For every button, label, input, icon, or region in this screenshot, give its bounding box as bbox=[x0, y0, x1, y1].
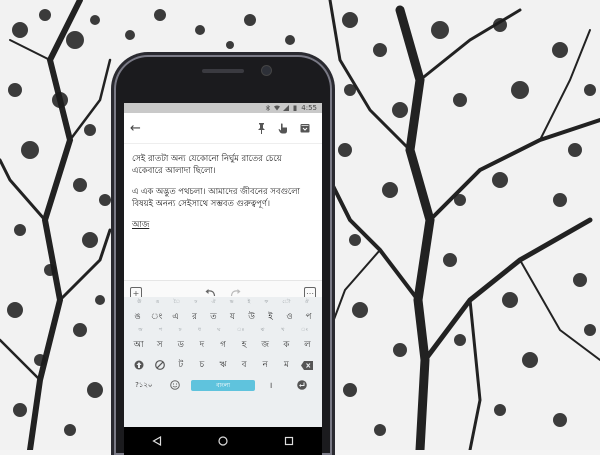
key[interactable]: ঙ bbox=[128, 310, 147, 324]
keyboard-row-4: ?১২০ বাংলা । bbox=[124, 375, 322, 395]
hint-key: ঢ bbox=[194, 299, 198, 305]
status-bar: 4:55 bbox=[124, 103, 322, 113]
key[interactable]: দ bbox=[191, 338, 212, 352]
signal-icon bbox=[283, 105, 290, 111]
backspace-icon[interactable] bbox=[297, 360, 318, 370]
key[interactable]: চ bbox=[191, 358, 212, 372]
home-circle-icon[interactable] bbox=[218, 436, 228, 446]
enter-icon[interactable] bbox=[287, 380, 319, 390]
note-toolbar: ← bbox=[124, 113, 322, 144]
reminder-hand-icon[interactable] bbox=[272, 122, 294, 134]
bangla-keyboard: ঊ ঙ ৈ ঢ ঐ ভ ই ফ ৌ ঔ ঙ ং এ র ত য উ ই ও প … bbox=[124, 297, 322, 429]
key[interactable]: এ bbox=[166, 310, 185, 324]
emoji-icon[interactable] bbox=[160, 380, 192, 390]
key[interactable]: প bbox=[299, 310, 318, 324]
key[interactable]: ড bbox=[170, 338, 191, 352]
key[interactable]: ই bbox=[261, 310, 280, 324]
note-body[interactable]: সেই রাতটা অন্য যেকোনো নির্ঘুম রাতের চেয়… bbox=[124, 144, 322, 280]
recents-square-icon[interactable] bbox=[284, 436, 294, 446]
note-paragraph-1: সেই রাতটা অন্য যেকোনো নির্ঘুম রাতের চেয়… bbox=[132, 153, 282, 175]
pin-icon[interactable] bbox=[250, 122, 272, 134]
no-entry-icon[interactable] bbox=[149, 360, 170, 370]
key[interactable]: ন bbox=[255, 358, 276, 372]
key[interactable]: ব bbox=[234, 358, 255, 372]
back-triangle-icon[interactable] bbox=[152, 436, 162, 446]
archive-icon[interactable] bbox=[294, 123, 316, 133]
key[interactable]: ক bbox=[276, 338, 297, 352]
keyboard-row-3: ট চ ঋ ব ন ম bbox=[124, 355, 322, 375]
key[interactable]: ম bbox=[276, 358, 297, 372]
key[interactable]: ং bbox=[147, 310, 166, 324]
key[interactable]: উ bbox=[242, 310, 261, 324]
keyboard-row-2: আ স ড দ গ হ জ ক ল bbox=[124, 335, 322, 355]
symbols-key[interactable]: ?১২০ bbox=[128, 379, 160, 391]
key[interactable]: ঋ bbox=[212, 358, 233, 372]
key[interactable]: ল bbox=[297, 338, 318, 352]
key[interactable]: য bbox=[223, 310, 242, 324]
hint-key: ভ bbox=[229, 299, 234, 305]
keyboard-hint-row: ঊ ঙ ৈ ঢ ঐ ভ ই ফ ৌ ঔ bbox=[124, 299, 322, 307]
key[interactable]: গ bbox=[212, 338, 233, 352]
phone-screen: 4:55 ← সেই রাতটা অন্য যেকোনো নির্ঘুম রাত… bbox=[124, 103, 322, 455]
hint-key: ঊ bbox=[137, 299, 142, 305]
key[interactable]: র bbox=[185, 310, 204, 324]
hint-key: ঙ bbox=[155, 299, 160, 305]
front-camera bbox=[262, 66, 271, 75]
key[interactable]: ট bbox=[170, 358, 191, 372]
hint-key: ঐ bbox=[211, 299, 216, 305]
back-arrow-icon[interactable]: ← bbox=[130, 121, 150, 136]
note-paragraph-2: এ এক অদ্ভুত পথচলা। আমাদের জীবনের সবগুলো … bbox=[132, 186, 300, 208]
phone-device: 4:55 ← সেই রাতটা অন্য যেকোনো নির্ঘুম রাত… bbox=[114, 55, 332, 455]
key[interactable]: হ bbox=[234, 338, 255, 352]
space-bar[interactable]: বাংলা bbox=[191, 379, 255, 391]
hint-key: ফ bbox=[264, 299, 269, 305]
hint-key: ৌ bbox=[282, 299, 291, 305]
key[interactable]: ত bbox=[204, 310, 223, 324]
earpiece bbox=[202, 69, 244, 73]
battery-icon bbox=[293, 105, 297, 111]
hint-key: ৈ bbox=[173, 299, 181, 305]
note-underlined-word: আজ bbox=[132, 219, 150, 229]
key[interactable]: ও bbox=[280, 310, 299, 324]
shift-icon[interactable] bbox=[128, 360, 149, 370]
status-time: 4:55 bbox=[301, 104, 317, 112]
hint-key: ঔ bbox=[304, 299, 309, 305]
keyboard-row-1: ঙ ং এ র ত য উ ই ও প bbox=[124, 307, 322, 327]
keyboard-hint-row-2: অ শ ঢ ধ ঘঃ ঝ খং bbox=[138, 327, 308, 333]
period-key[interactable]: । bbox=[255, 380, 287, 391]
key[interactable]: স bbox=[149, 338, 170, 352]
hint-key: ই bbox=[247, 299, 251, 305]
wifi-icon bbox=[274, 105, 281, 111]
bluetooth-icon bbox=[266, 105, 271, 111]
key[interactable]: জ bbox=[255, 338, 276, 352]
android-nav-bar bbox=[124, 427, 322, 455]
key[interactable]: আ bbox=[128, 338, 149, 352]
